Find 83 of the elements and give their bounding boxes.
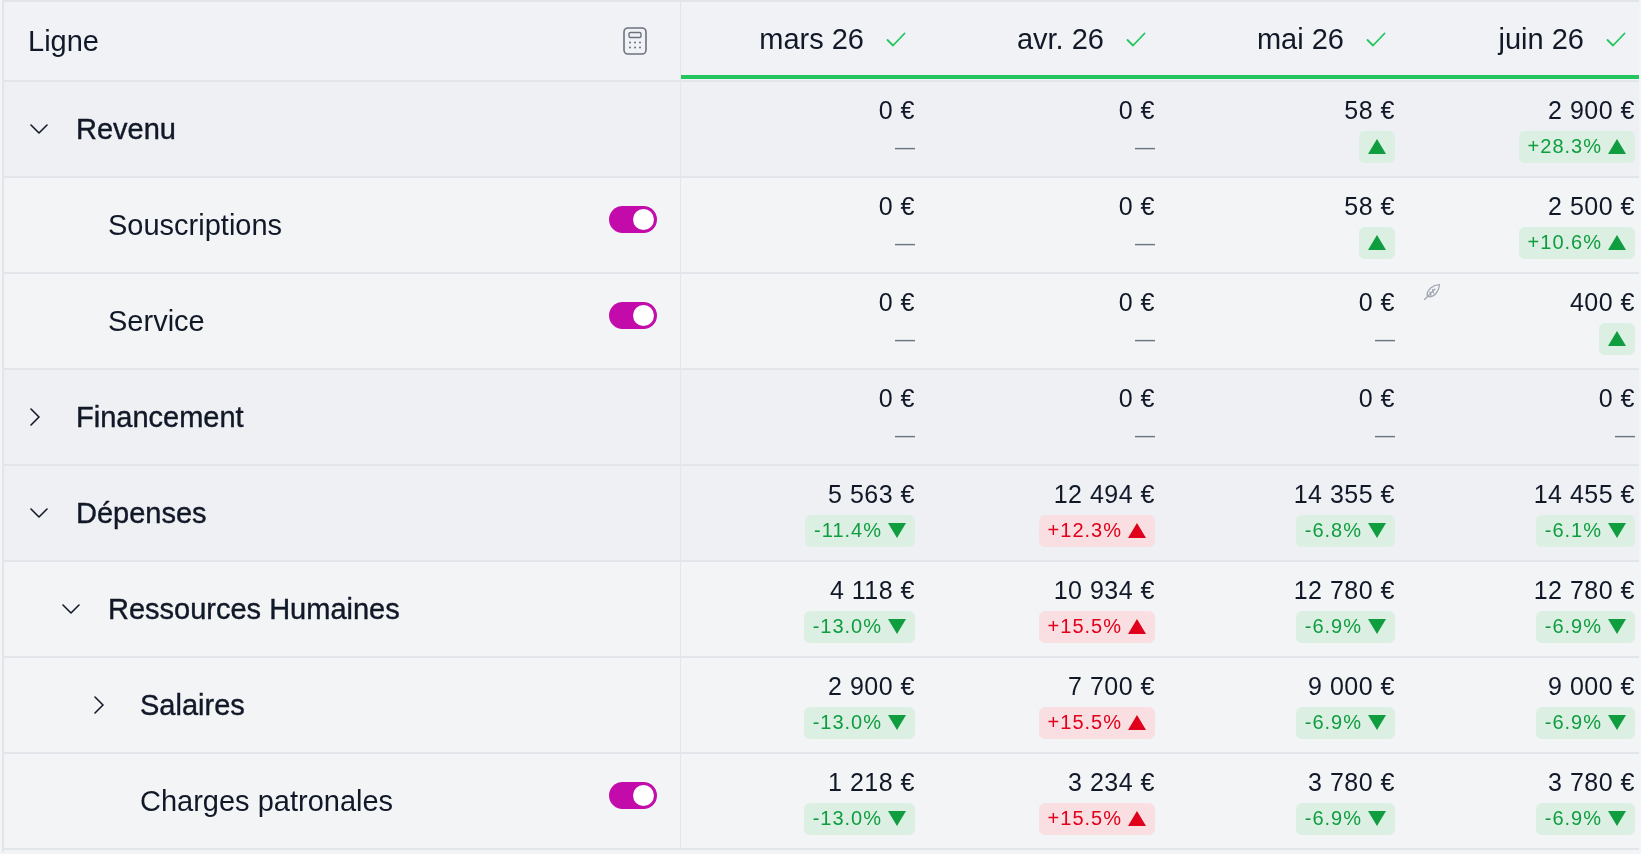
change-percent: -13.0% bbox=[812, 711, 882, 734]
amount-text: 12 780 € bbox=[1293, 575, 1395, 605]
amount-text: 0 € bbox=[1598, 383, 1635, 413]
change-percent: -6.9% bbox=[1544, 807, 1602, 830]
no-change-dash: — bbox=[1375, 326, 1395, 352]
row-label: Salaires bbox=[140, 688, 246, 722]
month-header: mars 26 bbox=[759, 23, 864, 56]
row-label: Dépenses bbox=[76, 496, 208, 530]
amount-text: 10 934 € bbox=[1053, 575, 1155, 605]
amount-text: 0 € bbox=[1118, 95, 1155, 125]
amount-text: 0 € bbox=[878, 191, 915, 221]
toggle-switch[interactable] bbox=[609, 205, 657, 233]
amount-text: 14 455 € bbox=[1533, 479, 1635, 509]
amount-text: 0 € bbox=[1118, 191, 1155, 221]
change-percent: -6.9% bbox=[1304, 807, 1362, 830]
month-header: mai 26 bbox=[1256, 23, 1344, 56]
amount-text: 14 355 € bbox=[1293, 479, 1395, 509]
no-change-dash: — bbox=[1135, 326, 1155, 352]
change-percent: +15.5% bbox=[1047, 807, 1122, 830]
change-percent: +10.6% bbox=[1527, 231, 1602, 254]
no-change-dash: — bbox=[1135, 134, 1155, 160]
amount-text: 2 500 € bbox=[1548, 191, 1635, 221]
no-change-dash: — bbox=[895, 230, 915, 256]
change-percent: -6.9% bbox=[1304, 711, 1362, 734]
chevron-down-icon[interactable] bbox=[30, 508, 48, 518]
no-change-dash: — bbox=[895, 134, 915, 160]
no-change-dash: — bbox=[895, 326, 915, 352]
change-percent: -11.4% bbox=[814, 519, 882, 542]
amount-text: 1 218 € bbox=[828, 767, 915, 797]
no-change-dash: — bbox=[1135, 422, 1155, 448]
change-percent: -13.0% bbox=[812, 807, 882, 830]
amount-text: 0 € bbox=[878, 383, 915, 413]
row-label: Ressources Humaines bbox=[108, 592, 401, 626]
change-percent: -6.9% bbox=[1304, 615, 1362, 638]
amount-text: 58 € bbox=[1344, 95, 1395, 125]
chevron-down-icon[interactable] bbox=[30, 124, 48, 134]
change-percent: -6.9% bbox=[1544, 615, 1602, 638]
amount-text: 12 780 € bbox=[1533, 575, 1635, 605]
no-change-dash: — bbox=[1375, 422, 1395, 448]
amount-text: 7 700 € bbox=[1068, 671, 1155, 701]
change-percent: -6.1% bbox=[1544, 519, 1602, 542]
month-header: avr. 26 bbox=[1016, 23, 1104, 56]
chevron-right-icon[interactable] bbox=[30, 408, 40, 426]
change-percent: +12.3% bbox=[1047, 519, 1122, 542]
change-percent: +15.5% bbox=[1047, 615, 1122, 638]
change-percent: +28.3% bbox=[1527, 135, 1602, 158]
no-change-dash: — bbox=[1615, 422, 1635, 448]
amount-text: 0 € bbox=[1118, 287, 1155, 317]
amount-text: 9 000 € bbox=[1308, 671, 1395, 701]
amount-text: 5 563 € bbox=[828, 479, 915, 509]
amount-text: 0 € bbox=[1118, 383, 1155, 413]
amount-text: 3 234 € bbox=[1068, 767, 1155, 797]
month-header: juin 26 bbox=[1498, 23, 1584, 56]
amount-text: 58 € bbox=[1344, 191, 1395, 221]
amount-text: 2 900 € bbox=[1548, 95, 1635, 125]
amount-text: 400 € bbox=[1569, 287, 1635, 317]
amount-text: 2 900 € bbox=[828, 671, 915, 701]
no-change-dash: — bbox=[895, 422, 915, 448]
amount-text: 4 118 € bbox=[829, 575, 915, 605]
amount-text: 3 780 € bbox=[1308, 767, 1395, 797]
amount-text: 9 000 € bbox=[1548, 671, 1635, 701]
row-label: Souscriptions bbox=[108, 208, 284, 242]
amount-text: 0 € bbox=[878, 287, 915, 317]
row-label: Charges patronales bbox=[140, 784, 395, 818]
chevron-right-icon[interactable] bbox=[94, 696, 104, 714]
toggle-switch[interactable] bbox=[609, 781, 657, 809]
amount-text: 0 € bbox=[1358, 287, 1395, 317]
calculator-icon[interactable] bbox=[623, 27, 647, 55]
change-percent: -6.9% bbox=[1544, 711, 1602, 734]
no-change-dash: — bbox=[1135, 230, 1155, 256]
row-label: Revenu bbox=[76, 112, 177, 146]
row-label: Service bbox=[108, 304, 206, 338]
change-percent: -6.8% bbox=[1304, 519, 1362, 542]
amount-text: 3 780 € bbox=[1548, 767, 1635, 797]
amount-text: 0 € bbox=[1358, 383, 1395, 413]
row-label: Financement bbox=[76, 400, 245, 434]
toggle-switch[interactable] bbox=[609, 301, 657, 329]
chevron-down-icon[interactable] bbox=[62, 604, 80, 614]
column-header: Ligne bbox=[28, 24, 99, 58]
change-percent: -13.0% bbox=[812, 615, 882, 638]
change-percent: +15.5% bbox=[1047, 711, 1122, 734]
amount-text: 12 494 € bbox=[1053, 479, 1155, 509]
amount-text: 0 € bbox=[878, 95, 915, 125]
